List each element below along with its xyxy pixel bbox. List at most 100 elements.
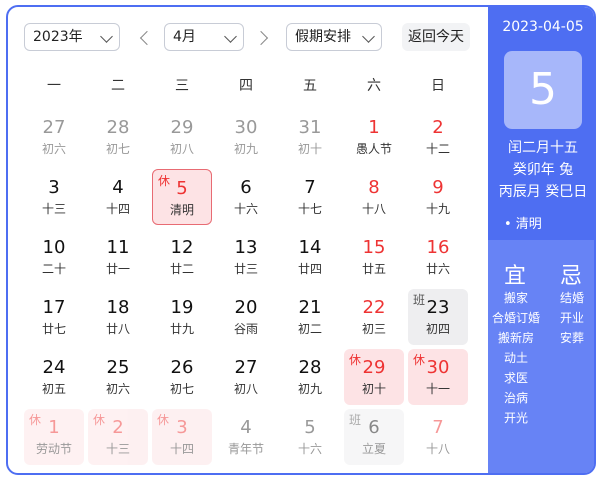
day-cell[interactable]: 28 初七 (88, 109, 148, 165)
ganzhi-year: 癸卯年 兔 (512, 162, 574, 178)
day-number: 4 (112, 177, 124, 198)
day-cell[interactable]: 31 初十 (280, 109, 340, 165)
day-cell[interactable]: 19 廿九 (152, 289, 212, 345)
day-cell[interactable]: 休 2 十三 (88, 409, 148, 465)
day-cell[interactable]: 29 初八 (152, 109, 212, 165)
day-cell[interactable]: 20 谷雨 (216, 289, 276, 345)
weekday-3: 三 (175, 78, 189, 94)
day-cell[interactable]: 8 十八 (344, 169, 404, 225)
day-number: 25 (106, 357, 130, 378)
day-number: 7 (304, 177, 316, 198)
yi-item: 开光 (504, 411, 529, 425)
yi-ji-section: 宜 忌 搬家 合婚订婚 搬新房 动土 求医 治病 开光 结婚 开业 安葬 (488, 240, 594, 473)
yi-item: 合婚订婚 (492, 311, 541, 325)
day-cell[interactable]: 3 十三 (24, 169, 84, 225)
yi-label: 宜 (504, 264, 527, 289)
day-lunar: 初六 (41, 142, 66, 156)
day-cell[interactable]: 17 廿七 (24, 289, 84, 345)
day-number: 3 (176, 417, 188, 438)
day-number: 22 (362, 297, 386, 318)
day-cell[interactable]: 10 二十 (24, 229, 84, 285)
day-cell[interactable]: 27 初八 (216, 349, 276, 405)
day-cell[interactable]: 班 23 初四 (408, 289, 468, 345)
day-cell[interactable]: 18 廿八 (88, 289, 148, 345)
day-lunar: 廿四 (297, 262, 322, 276)
day-lunar: 廿七 (41, 322, 66, 336)
day-number: 18 (106, 297, 130, 318)
day-cell[interactable]: 21 初二 (280, 289, 340, 345)
day-cell[interactable]: 休 1 劳动节 (24, 409, 84, 465)
day-lunar: 初八 (169, 142, 194, 156)
day-cell[interactable]: 休 3 十四 (152, 409, 212, 465)
day-cell[interactable]: 30 初九 (216, 109, 276, 165)
day-cell[interactable]: 休 5 清明 (152, 169, 212, 225)
day-lunar: 十六 (233, 202, 258, 216)
day-lunar: 初十 (361, 382, 386, 396)
day-cell[interactable]: 22 初三 (344, 289, 404, 345)
day-cell[interactable]: 28 初九 (280, 349, 340, 405)
prev-month-icon[interactable] (139, 30, 155, 46)
day-number: 24 (42, 357, 66, 378)
day-number: 29 (170, 117, 194, 138)
day-number: 19 (170, 297, 194, 318)
day-lunar: 十三 (105, 442, 130, 456)
yi-item: 求医 (504, 371, 529, 385)
next-month-icon[interactable] (253, 30, 269, 46)
day-cell[interactable]: 5 十六 (280, 409, 340, 465)
day-lunar: 十二 (425, 142, 450, 156)
year-select[interactable]: 2023年 (24, 23, 120, 51)
selected-day-number: 5 (504, 51, 582, 129)
day-number: 12 (170, 237, 194, 258)
weekday-4: 四 (239, 78, 253, 94)
day-cell[interactable]: 6 十六 (216, 169, 276, 225)
day-lunar: 初九 (233, 142, 258, 156)
day-number: 9 (432, 177, 444, 198)
day-lunar: 初三 (361, 322, 386, 336)
chevron-down-icon (100, 30, 113, 43)
selected-date: 2023-04-05 (502, 19, 584, 35)
ganzhi-month-day: 丙辰月 癸巳日 (498, 184, 588, 200)
weekday-7: 日 (431, 78, 445, 94)
year-select-value: 2023年 (33, 29, 83, 45)
day-cell[interactable]: 休 30 十一 (408, 349, 468, 405)
day-number: 10 (42, 237, 66, 258)
holiday-select[interactable]: 假期安排 (286, 23, 382, 51)
day-number: 14 (298, 237, 322, 258)
day-cell[interactable]: 26 初七 (152, 349, 212, 405)
day-number: 21 (298, 297, 322, 318)
day-lunar: 廿五 (361, 262, 386, 276)
day-cell[interactable]: 14 廿四 (280, 229, 340, 285)
day-number: 17 (42, 297, 66, 318)
day-cell[interactable]: 15 廿五 (344, 229, 404, 285)
day-cell[interactable]: 16 廿六 (408, 229, 468, 285)
day-cell[interactable]: 休 29 初十 (344, 349, 404, 405)
day-cell[interactable]: 27 初六 (24, 109, 84, 165)
day-lunar: 谷雨 (233, 322, 258, 336)
month-select[interactable]: 4月 (164, 23, 244, 51)
day-lunar: 初十 (297, 142, 322, 156)
day-cell[interactable]: 4 青年节 (216, 409, 276, 465)
day-lunar: 立夏 (361, 442, 386, 456)
day-cell[interactable]: 24 初五 (24, 349, 84, 405)
yi-item: 动土 (504, 351, 529, 365)
day-cell[interactable]: 4 十四 (88, 169, 148, 225)
today-button[interactable]: 返回今天 (402, 23, 470, 51)
day-number: 4 (240, 417, 252, 438)
weekday-1: 一 (47, 78, 61, 94)
day-lunar: 初九 (297, 382, 322, 396)
day-cell[interactable]: 2 十二 (408, 109, 468, 165)
day-cell[interactable]: 7 十七 (280, 169, 340, 225)
day-number: 5 (176, 178, 188, 199)
day-lunar: 十四 (105, 202, 130, 216)
day-cell[interactable]: 12 廿二 (152, 229, 212, 285)
day-lunar: 廿三 (233, 262, 258, 276)
day-cell[interactable]: 班 6 立夏 (344, 409, 404, 465)
day-cell[interactable]: 25 初六 (88, 349, 148, 405)
day-cell[interactable]: 1 愚人节 (344, 109, 404, 165)
day-cell[interactable]: 9 十九 (408, 169, 468, 225)
day-cell[interactable]: 13 廿三 (216, 229, 276, 285)
day-cell[interactable]: 11 廿一 (88, 229, 148, 285)
day-number: 1 (48, 417, 60, 438)
day-cell[interactable]: 7 十八 (408, 409, 468, 465)
day-lunar: 初四 (425, 322, 450, 336)
